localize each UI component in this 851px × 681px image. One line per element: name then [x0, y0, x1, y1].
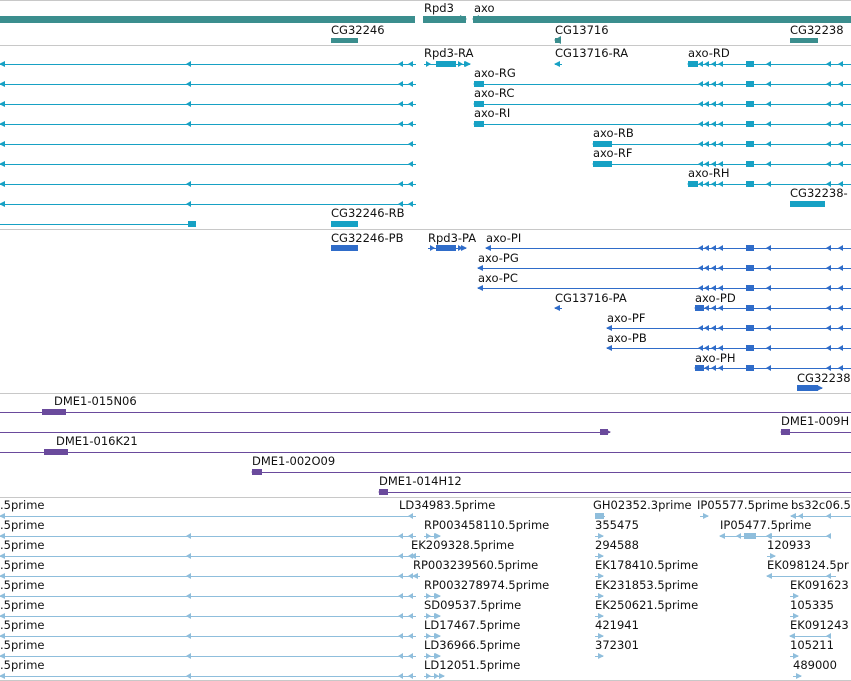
arrow-left-icon: [186, 653, 191, 659]
feature-label[interactable]: RP003458110.5prime: [424, 519, 549, 532]
feature-line: [0, 556, 416, 557]
arrow-left-icon: [398, 593, 403, 599]
feature-label[interactable]: 489000: [793, 659, 837, 672]
arrow-left-icon: [398, 553, 403, 559]
arrow-left-icon: [186, 613, 191, 619]
arrow-right-icon: [796, 673, 802, 679]
feature-line: [0, 536, 416, 537]
feature-line: [0, 676, 416, 677]
arrow-left-icon: [398, 633, 403, 639]
feature-label[interactable]: IP05477.5prime: [720, 519, 811, 532]
arrow-left-icon: [826, 533, 831, 539]
feature-label[interactable]: GH02352.3prime: [593, 499, 692, 512]
feature-label[interactable]: RP003278974.5prime: [424, 579, 549, 592]
feature-label[interactable]: EK231853.5prime: [595, 579, 698, 592]
feature-label[interactable]: 105335: [790, 599, 834, 612]
feature-label[interactable]: LD36966.5prime: [424, 639, 520, 652]
feature-label[interactable]: 294588: [595, 539, 639, 552]
arrow-right-icon: [426, 673, 431, 679]
feature-label[interactable]: .5prime: [0, 659, 44, 672]
arrow-left-icon: [186, 593, 191, 599]
track-ests: .5prime LD34983.5prime GH02352.3prime IP055…: [0, 0, 851, 681]
exon-box: [744, 533, 756, 539]
feature-label[interactable]: .5prime: [0, 539, 44, 552]
feature-label[interactable]: .5prime: [0, 639, 44, 652]
feature-label[interactable]: bs32c06.5: [791, 499, 851, 512]
feature-line: [0, 656, 416, 657]
feature-label[interactable]: .5prime: [0, 559, 44, 572]
feature-label[interactable]: LD12051.5prime: [424, 659, 520, 672]
arrow-right-icon: [439, 673, 445, 679]
feature-label[interactable]: EK250621.5prime: [595, 599, 698, 612]
feature-label[interactable]: 105211: [790, 639, 834, 652]
arrow-left-icon: [826, 513, 831, 519]
arrow-left-icon: [408, 513, 413, 519]
feature-line: [790, 636, 831, 637]
feature-label[interactable]: .5prime: [0, 619, 44, 632]
feature-label[interactable]: EK178410.5prime: [595, 559, 698, 572]
feature-label[interactable]: SD09537.5prime: [424, 599, 521, 612]
arrow-left-icon: [766, 573, 772, 579]
arrow-left-icon: [408, 673, 413, 679]
feature-label[interactable]: 120933: [767, 539, 811, 552]
arrow-left-icon: [736, 533, 741, 539]
arrow-left-icon: [412, 573, 418, 579]
arrow-left-icon: [398, 613, 403, 619]
arrow-left-icon: [186, 553, 191, 559]
feature-label[interactable]: .5prime: [0, 599, 44, 612]
arrow-left-icon: [408, 653, 413, 659]
feature-label[interactable]: EK209328.5prime: [411, 539, 514, 552]
arrow-left-icon: [186, 633, 191, 639]
feature-label[interactable]: IP05577.5prime: [697, 499, 788, 512]
feature-label[interactable]: .5prime: [0, 519, 44, 532]
arrow-right-icon: [703, 513, 709, 519]
arrow-left-icon: [719, 533, 725, 539]
arrow-left-icon: [398, 653, 403, 659]
feature-label[interactable]: EK091623: [790, 579, 849, 592]
feature-label[interactable]: LD17467.5prime: [424, 619, 520, 632]
feature-label[interactable]: 355475: [595, 519, 639, 532]
feature-line: [0, 576, 416, 577]
arrow-left-icon: [186, 533, 191, 539]
feature-line: [0, 616, 416, 617]
feature-line: [0, 636, 416, 637]
feature-label[interactable]: LD34983.5prime: [399, 499, 495, 512]
arrow-left-icon: [408, 633, 413, 639]
arrow-left-icon: [408, 593, 413, 599]
feature-label[interactable]: EK098124.5pr: [767, 559, 849, 572]
feature-line: [0, 516, 416, 517]
feature-line: [767, 536, 831, 537]
feature-label[interactable]: 421941: [595, 619, 639, 632]
arrow-left-icon: [398, 673, 403, 679]
arrow-right-icon: [598, 653, 604, 659]
feature-label[interactable]: .5prime: [0, 579, 44, 592]
arrow-left-icon: [186, 673, 191, 679]
genome-browser: Rpd3 axo CG32246 CG13716 CG32238 Rpd3-RA CG137…: [0, 0, 851, 681]
feature-label[interactable]: .5prime: [0, 499, 44, 512]
arrow-left-icon: [398, 573, 403, 579]
feature-line: [0, 596, 416, 597]
feature-label[interactable]: RP003239560.5prime: [413, 559, 538, 572]
arrow-left-icon: [0, 673, 5, 679]
arrow-left-icon: [186, 573, 191, 579]
arrow-right-icon: [434, 673, 439, 679]
arrow-left-icon: [398, 533, 403, 539]
feature-label[interactable]: EK091243: [790, 619, 849, 632]
arrow-left-icon: [408, 613, 413, 619]
feature-label[interactable]: 372301: [595, 639, 639, 652]
